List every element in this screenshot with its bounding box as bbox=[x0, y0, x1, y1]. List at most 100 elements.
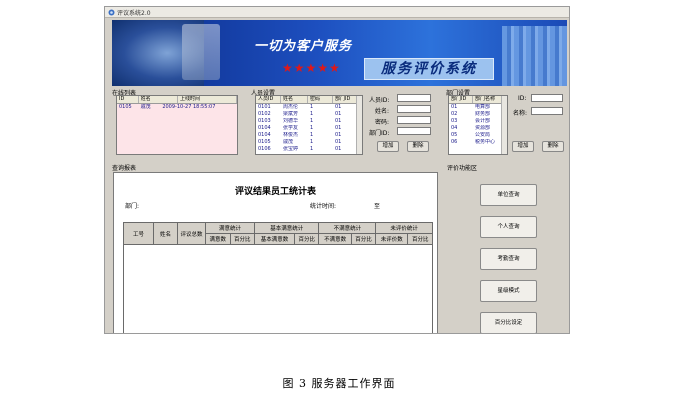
staff-cell-id: 0104 bbox=[258, 132, 271, 138]
th-unrated: 未评价统计 bbox=[375, 222, 433, 234]
staff-col-password: 密码 bbox=[308, 96, 333, 103]
staff-cell-dept: 01 bbox=[335, 118, 342, 124]
dept-cell-id: 04 bbox=[451, 125, 458, 131]
dept-id-input[interactable] bbox=[531, 94, 563, 102]
th-satisfied-count: 满意数 bbox=[205, 233, 231, 245]
staff-list[interactable]: 人员ID 姓名 密码 部门ID 0101 周杰伦 1 01 0102 梁斌芳 1 01 0103… bbox=[255, 95, 363, 155]
staff-cell-name: 周杰伦 bbox=[283, 104, 299, 110]
dept-rows: 01 电算部 02 财务部 03 会计部 04 资源部 05 公安局 06 税务中心 bbox=[449, 104, 507, 146]
dept-cell-id: 06 bbox=[451, 139, 458, 145]
report-to-label: 至 bbox=[374, 203, 381, 210]
staff-add-button[interactable]: 增加 bbox=[377, 141, 399, 152]
staff-dept-input[interactable] bbox=[397, 127, 431, 135]
dept-add-button[interactable]: 增加 bbox=[512, 141, 534, 152]
staff-password-input[interactable] bbox=[397, 116, 431, 124]
th-basic-satisfied: 基本满意统计 bbox=[254, 222, 320, 234]
staff-cell-name: 张宝婷 bbox=[283, 146, 299, 152]
staff-cell-id: 0105 bbox=[258, 139, 271, 145]
online-list-header: ID 姓名 上线时间 bbox=[117, 96, 237, 104]
staff-delete-button[interactable]: 删除 bbox=[407, 141, 429, 152]
list-item[interactable]: 0105 戚茂 1 01 bbox=[256, 139, 362, 146]
dept-name-label: 名称: bbox=[513, 110, 528, 117]
th-satisfied-pct: 百分比 bbox=[229, 233, 256, 245]
dept-cell-name: 电算部 bbox=[475, 104, 491, 110]
staff-cell-password: 1 bbox=[310, 139, 314, 145]
dept-name-input[interactable] bbox=[531, 107, 563, 115]
staff-cell-id: 0104 bbox=[258, 125, 271, 131]
percentage-setting-button[interactable]: 百分比设定 bbox=[480, 312, 537, 333]
list-item[interactable]: 0104 林俊杰 1 01 bbox=[256, 132, 362, 139]
staff-cell-dept: 01 bbox=[335, 104, 342, 110]
staff-name-label: 姓名: bbox=[375, 108, 390, 115]
dept-cell-id: 03 bbox=[451, 118, 458, 124]
staff-password-label: 密码: bbox=[375, 119, 390, 126]
list-item[interactable]: 04 资源部 bbox=[449, 125, 507, 132]
online-cell-id: 0105 bbox=[119, 104, 132, 110]
banner-slogan: 一切为客户服务 bbox=[254, 39, 353, 54]
staff-list-header: 人员ID 姓名 密码 部门ID bbox=[256, 96, 362, 104]
report-section-label: 查询报表 bbox=[112, 165, 137, 172]
staff-cell-name: 林俊杰 bbox=[283, 132, 299, 138]
app-window: 评议系统2.0 一切为客户服务 ★★★★★ 服务评价系统 在线列表 ID 姓名 … bbox=[104, 6, 570, 334]
th-unrated-count: 未评价数 bbox=[375, 233, 409, 245]
dept-cell-name: 税务中心 bbox=[475, 139, 496, 145]
staff-cell-dept: 01 bbox=[335, 139, 342, 145]
staff-cell-dept: 01 bbox=[335, 125, 342, 131]
th-basic-count: 基本满意数 bbox=[254, 233, 295, 245]
banner-card-image bbox=[182, 24, 220, 80]
attendance-query-button[interactable]: 考勤查询 bbox=[480, 248, 537, 270]
list-item[interactable]: 0104 张学友 1 01 bbox=[256, 125, 362, 132]
staff-cell-id: 0102 bbox=[258, 111, 271, 117]
list-item[interactable]: 01 电算部 bbox=[449, 104, 507, 111]
online-cell-name: 戚茂 bbox=[140, 104, 151, 110]
figure-caption: 图 3 服务器工作界面 bbox=[282, 377, 396, 390]
staff-cell-name: 戚茂 bbox=[283, 139, 294, 145]
th-total: 评议总数 bbox=[177, 222, 206, 245]
dept-id-label: ID: bbox=[518, 95, 527, 102]
list-item[interactable]: 0102 梁斌芳 1 01 bbox=[256, 111, 362, 118]
list-item[interactable]: 06 税务中心 bbox=[449, 139, 507, 146]
function-area-label: 评价功能区 bbox=[447, 165, 478, 172]
staff-name-input[interactable] bbox=[397, 105, 431, 113]
dept-scrollbar[interactable] bbox=[501, 96, 507, 154]
th-basic-pct: 百分比 bbox=[293, 233, 320, 245]
list-item[interactable]: 02 财务部 bbox=[449, 111, 507, 118]
window-title: 评议系统2.0 bbox=[117, 10, 151, 17]
banner-stars: ★★★★★ bbox=[282, 61, 341, 75]
banner-city-image bbox=[502, 26, 567, 86]
personal-query-button[interactable]: 个人查询 bbox=[480, 216, 537, 238]
table-body-left-border bbox=[123, 245, 124, 333]
report-table: 工号 姓名 评议总数 满意统计 基本满意统计 不满意统计 未评价统计 满意数 百… bbox=[123, 222, 433, 245]
list-item[interactable]: 03 会计部 bbox=[449, 118, 507, 125]
dept-col-name: 部门名称 bbox=[473, 96, 503, 103]
online-list[interactable]: ID 姓名 上线时间 0105 戚茂 2009-10-27 18:55:07 bbox=[116, 95, 238, 155]
unit-query-button[interactable]: 单位查询 bbox=[480, 184, 537, 206]
staff-cell-dept: 01 bbox=[335, 146, 342, 152]
staff-cell-dept: 01 bbox=[335, 132, 342, 138]
online-col-time: 上线时间 bbox=[178, 96, 237, 103]
list-item[interactable]: 0106 张宝婷 1 01 bbox=[256, 146, 362, 153]
report-dept-label: 部门: bbox=[125, 203, 140, 210]
table-body-right-border bbox=[432, 245, 433, 333]
staff-cell-id: 0106 bbox=[258, 146, 271, 152]
function-panel: 单位查询 个人查询 考勤查询 星级模式 百分比设定 bbox=[444, 172, 567, 333]
staff-cell-password: 1 bbox=[310, 104, 314, 110]
list-item[interactable]: 0105 戚茂 2009-10-27 18:55:07 bbox=[117, 104, 237, 111]
staff-id-label: 人员ID: bbox=[369, 97, 390, 104]
staff-col-id: 人员ID bbox=[256, 96, 281, 103]
dept-delete-button[interactable]: 删除 bbox=[542, 141, 564, 152]
online-col-name: 姓名 bbox=[139, 96, 178, 103]
list-item[interactable]: 05 公安局 bbox=[449, 132, 507, 139]
staff-scrollbar[interactable] bbox=[356, 96, 362, 154]
staff-dept-label: 部门ID: bbox=[369, 130, 390, 137]
staff-id-input[interactable] bbox=[397, 94, 431, 102]
table-header-row: 工号 姓名 评议总数 满意统计 基本满意统计 不满意统计 未评价统计 bbox=[123, 222, 433, 245]
list-item[interactable]: 0101 周杰伦 1 01 bbox=[256, 104, 362, 111]
staff-cell-name: 张学友 bbox=[283, 125, 299, 131]
star-mode-button[interactable]: 星级模式 bbox=[480, 280, 537, 302]
dept-list-header: 部门ID 部门名称 bbox=[449, 96, 507, 104]
list-item[interactable]: 0103 刘德华 1 01 bbox=[256, 118, 362, 125]
dept-list[interactable]: 部门ID 部门名称 01 电算部 02 财务部 03 会计部 04 资源部 05 公安局 06 税务中… bbox=[448, 95, 508, 155]
staff-cell-password: 1 bbox=[310, 132, 314, 138]
th-unrated-pct: 百分比 bbox=[407, 233, 433, 245]
